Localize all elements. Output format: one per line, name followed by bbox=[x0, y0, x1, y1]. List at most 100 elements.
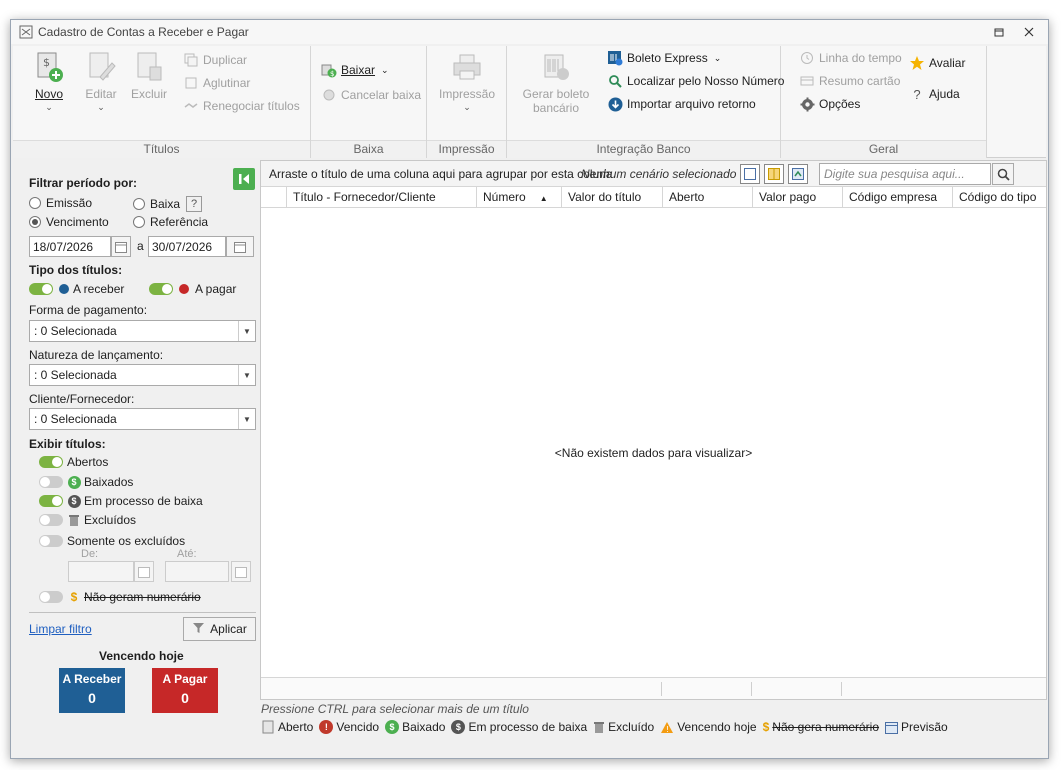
opcoes-button[interactable]: Opções bbox=[799, 96, 860, 112]
de-label: De: bbox=[81, 548, 99, 560]
duplicar-button[interactable]: Duplicar bbox=[183, 52, 247, 68]
novo-button[interactable]: $ Novo ⌄ bbox=[31, 50, 67, 113]
renegociar-button[interactable]: Renegociar títulos bbox=[183, 98, 300, 114]
legend-baixado: $ Baixado bbox=[385, 720, 445, 734]
limpar-filtro-link[interactable]: Limpar filtro bbox=[29, 622, 92, 636]
linha-tempo-button[interactable]: Linha do tempo bbox=[799, 50, 902, 66]
aglutinar-button[interactable]: Aglutinar bbox=[183, 75, 250, 91]
svg-text:$: $ bbox=[330, 70, 334, 78]
chevron-down-icon[interactable]: ▼ bbox=[238, 365, 255, 385]
gerar-boleto-button[interactable]: Gerar boleto bancário bbox=[521, 50, 591, 115]
col-valor-titulo[interactable]: Valor do título bbox=[561, 187, 662, 208]
somente-excluidos-toggle[interactable]: Somente os excluídos bbox=[39, 534, 185, 548]
avaliar-button[interactable]: Avaliar bbox=[909, 55, 965, 71]
cliente-select[interactable]: : 0 Selecionada ▼ bbox=[29, 408, 256, 430]
excluidos-label: Excluídos bbox=[84, 513, 137, 527]
aglutinar-label: Aglutinar bbox=[203, 76, 251, 90]
baixados-label: Baixados bbox=[84, 475, 134, 489]
grid-layout-icon[interactable] bbox=[740, 164, 760, 184]
coin-stack-icon: $ bbox=[321, 62, 337, 78]
forma-value: : 0 Selecionada bbox=[34, 324, 117, 338]
a-receber-toggle[interactable]: A receber bbox=[29, 282, 124, 296]
group-by-bar[interactable]: Arraste o título de uma coluna aqui para… bbox=[261, 161, 1046, 187]
barcode-icon bbox=[540, 50, 572, 84]
col-codigo-tipo[interactable]: Código do tipo bbox=[952, 187, 1046, 208]
trash-icon bbox=[67, 513, 81, 527]
baixa-radio[interactable]: Baixa ? bbox=[133, 196, 203, 212]
a-pagar-toggle[interactable]: A pagar bbox=[149, 282, 236, 296]
ate-date-input[interactable] bbox=[165, 561, 229, 582]
de-date-input[interactable] bbox=[68, 561, 134, 582]
col-aberto[interactable]: Aberto bbox=[662, 187, 752, 208]
app-icon bbox=[18, 24, 34, 40]
col-codigo-empresa[interactable]: Código empresa bbox=[842, 187, 952, 208]
baixar-button[interactable]: $ Baixar ⌄ bbox=[321, 62, 389, 78]
importar-retorno-button[interactable]: Importar arquivo retorno bbox=[607, 96, 756, 112]
row-indicator-header bbox=[261, 187, 286, 208]
forma-pagamento-select[interactable]: : 0 Selecionada ▼ bbox=[29, 320, 256, 342]
localizar-nosso-numero-button[interactable]: Localizar pelo Nosso Número bbox=[607, 73, 784, 89]
calendar-icon[interactable] bbox=[134, 561, 154, 582]
excluir-button[interactable]: Excluir bbox=[129, 50, 169, 101]
date-from-input[interactable]: 18/07/2026 bbox=[29, 236, 111, 257]
dollar-green-icon: $ bbox=[67, 475, 81, 489]
cancelar-baixa-button[interactable]: Cancelar baixa bbox=[321, 87, 421, 103]
col-valor-pago[interactable]: Valor pago bbox=[752, 187, 842, 208]
calendar-icon[interactable] bbox=[226, 236, 254, 257]
aplicar-button[interactable]: Aplicar bbox=[183, 617, 256, 641]
search-icon[interactable] bbox=[992, 163, 1014, 185]
blue-dot-icon bbox=[59, 284, 69, 294]
emissao-radio[interactable]: Emissão bbox=[29, 196, 92, 210]
abertos-toggle[interactable]: Abertos bbox=[39, 455, 108, 469]
legend-previsao: Previsão bbox=[885, 720, 948, 734]
vencimento-radio[interactable]: Vencimento bbox=[29, 215, 109, 229]
legend-vencido-label: Vencido bbox=[336, 720, 380, 734]
tile-a-pagar[interactable]: A Pagar 0 bbox=[152, 668, 218, 713]
calendar-icon[interactable] bbox=[111, 236, 131, 257]
impressao-button[interactable]: Impressão ⌄ bbox=[437, 50, 497, 113]
export-icon[interactable] bbox=[788, 164, 808, 184]
tile-a-receber[interactable]: A Receber 0 bbox=[59, 668, 125, 713]
col-numero[interactable]: Número ▲ bbox=[476, 187, 561, 208]
em-processo-toggle[interactable]: $ Em processo de baixa bbox=[39, 494, 203, 508]
restore-icon[interactable] bbox=[991, 24, 1007, 40]
a-receber-label: A receber bbox=[73, 282, 125, 296]
collapse-panel-icon[interactable] bbox=[233, 168, 255, 190]
baixados-toggle[interactable]: $ Baixados bbox=[39, 475, 133, 489]
importar-label: Importar arquivo retorno bbox=[627, 97, 756, 111]
svg-text:$: $ bbox=[43, 56, 50, 69]
main-window: Cadastro de Contas a Receber e Pagar $ N… bbox=[10, 19, 1049, 759]
editar-button[interactable]: Editar ⌄ bbox=[81, 50, 121, 113]
warning-icon: ! bbox=[660, 721, 674, 734]
legend-em-processo-label: Em processo de baixa bbox=[468, 720, 588, 734]
calendar-icon[interactable] bbox=[231, 561, 251, 582]
close-icon[interactable] bbox=[1021, 24, 1037, 40]
chevron-down-icon[interactable]: ▼ bbox=[238, 321, 255, 341]
ajuda-button[interactable]: ? Ajuda bbox=[909, 86, 959, 102]
referencia-radio[interactable]: Referência bbox=[133, 215, 208, 229]
star-icon bbox=[909, 55, 925, 71]
merge-icon bbox=[183, 75, 199, 91]
novo-label: Novo bbox=[34, 87, 63, 101]
date-to-input[interactable]: 30/07/2026 bbox=[148, 236, 226, 257]
nao-geram-toggle[interactable]: $ Não geram numerário bbox=[39, 590, 201, 604]
columns-icon[interactable] bbox=[764, 164, 784, 184]
resumo-cartao-button[interactable]: Resumo cartão bbox=[799, 73, 900, 89]
legend-excluido-label: Excluído bbox=[608, 720, 655, 734]
excluidos-toggle[interactable]: Excluídos bbox=[39, 513, 136, 527]
col-titulo[interactable]: Título - Fornecedor/Cliente bbox=[286, 187, 476, 208]
vencendo-hoje-label: Vencendo hoje bbox=[99, 649, 184, 663]
chevron-down-icon[interactable]: ▼ bbox=[238, 409, 255, 429]
open-doc-icon bbox=[261, 720, 275, 734]
sort-asc-icon: ▲ bbox=[539, 194, 548, 203]
boleto-express-button[interactable]: Boleto Express ⌄ bbox=[607, 50, 721, 66]
dollar-green-icon: $ bbox=[385, 720, 400, 734]
group-label-integracao: Integração Banco bbox=[507, 140, 780, 158]
boleto-express-label: Boleto Express bbox=[627, 51, 708, 65]
new-document-icon: $ bbox=[33, 50, 65, 84]
search-input[interactable]: Digite sua pesquisa aqui... bbox=[819, 163, 991, 185]
delete-document-icon bbox=[133, 50, 165, 84]
dollar-dark-icon: $ bbox=[67, 494, 81, 508]
natureza-select[interactable]: : 0 Selecionada ▼ bbox=[29, 364, 256, 386]
help-icon[interactable]: ? bbox=[186, 196, 203, 212]
